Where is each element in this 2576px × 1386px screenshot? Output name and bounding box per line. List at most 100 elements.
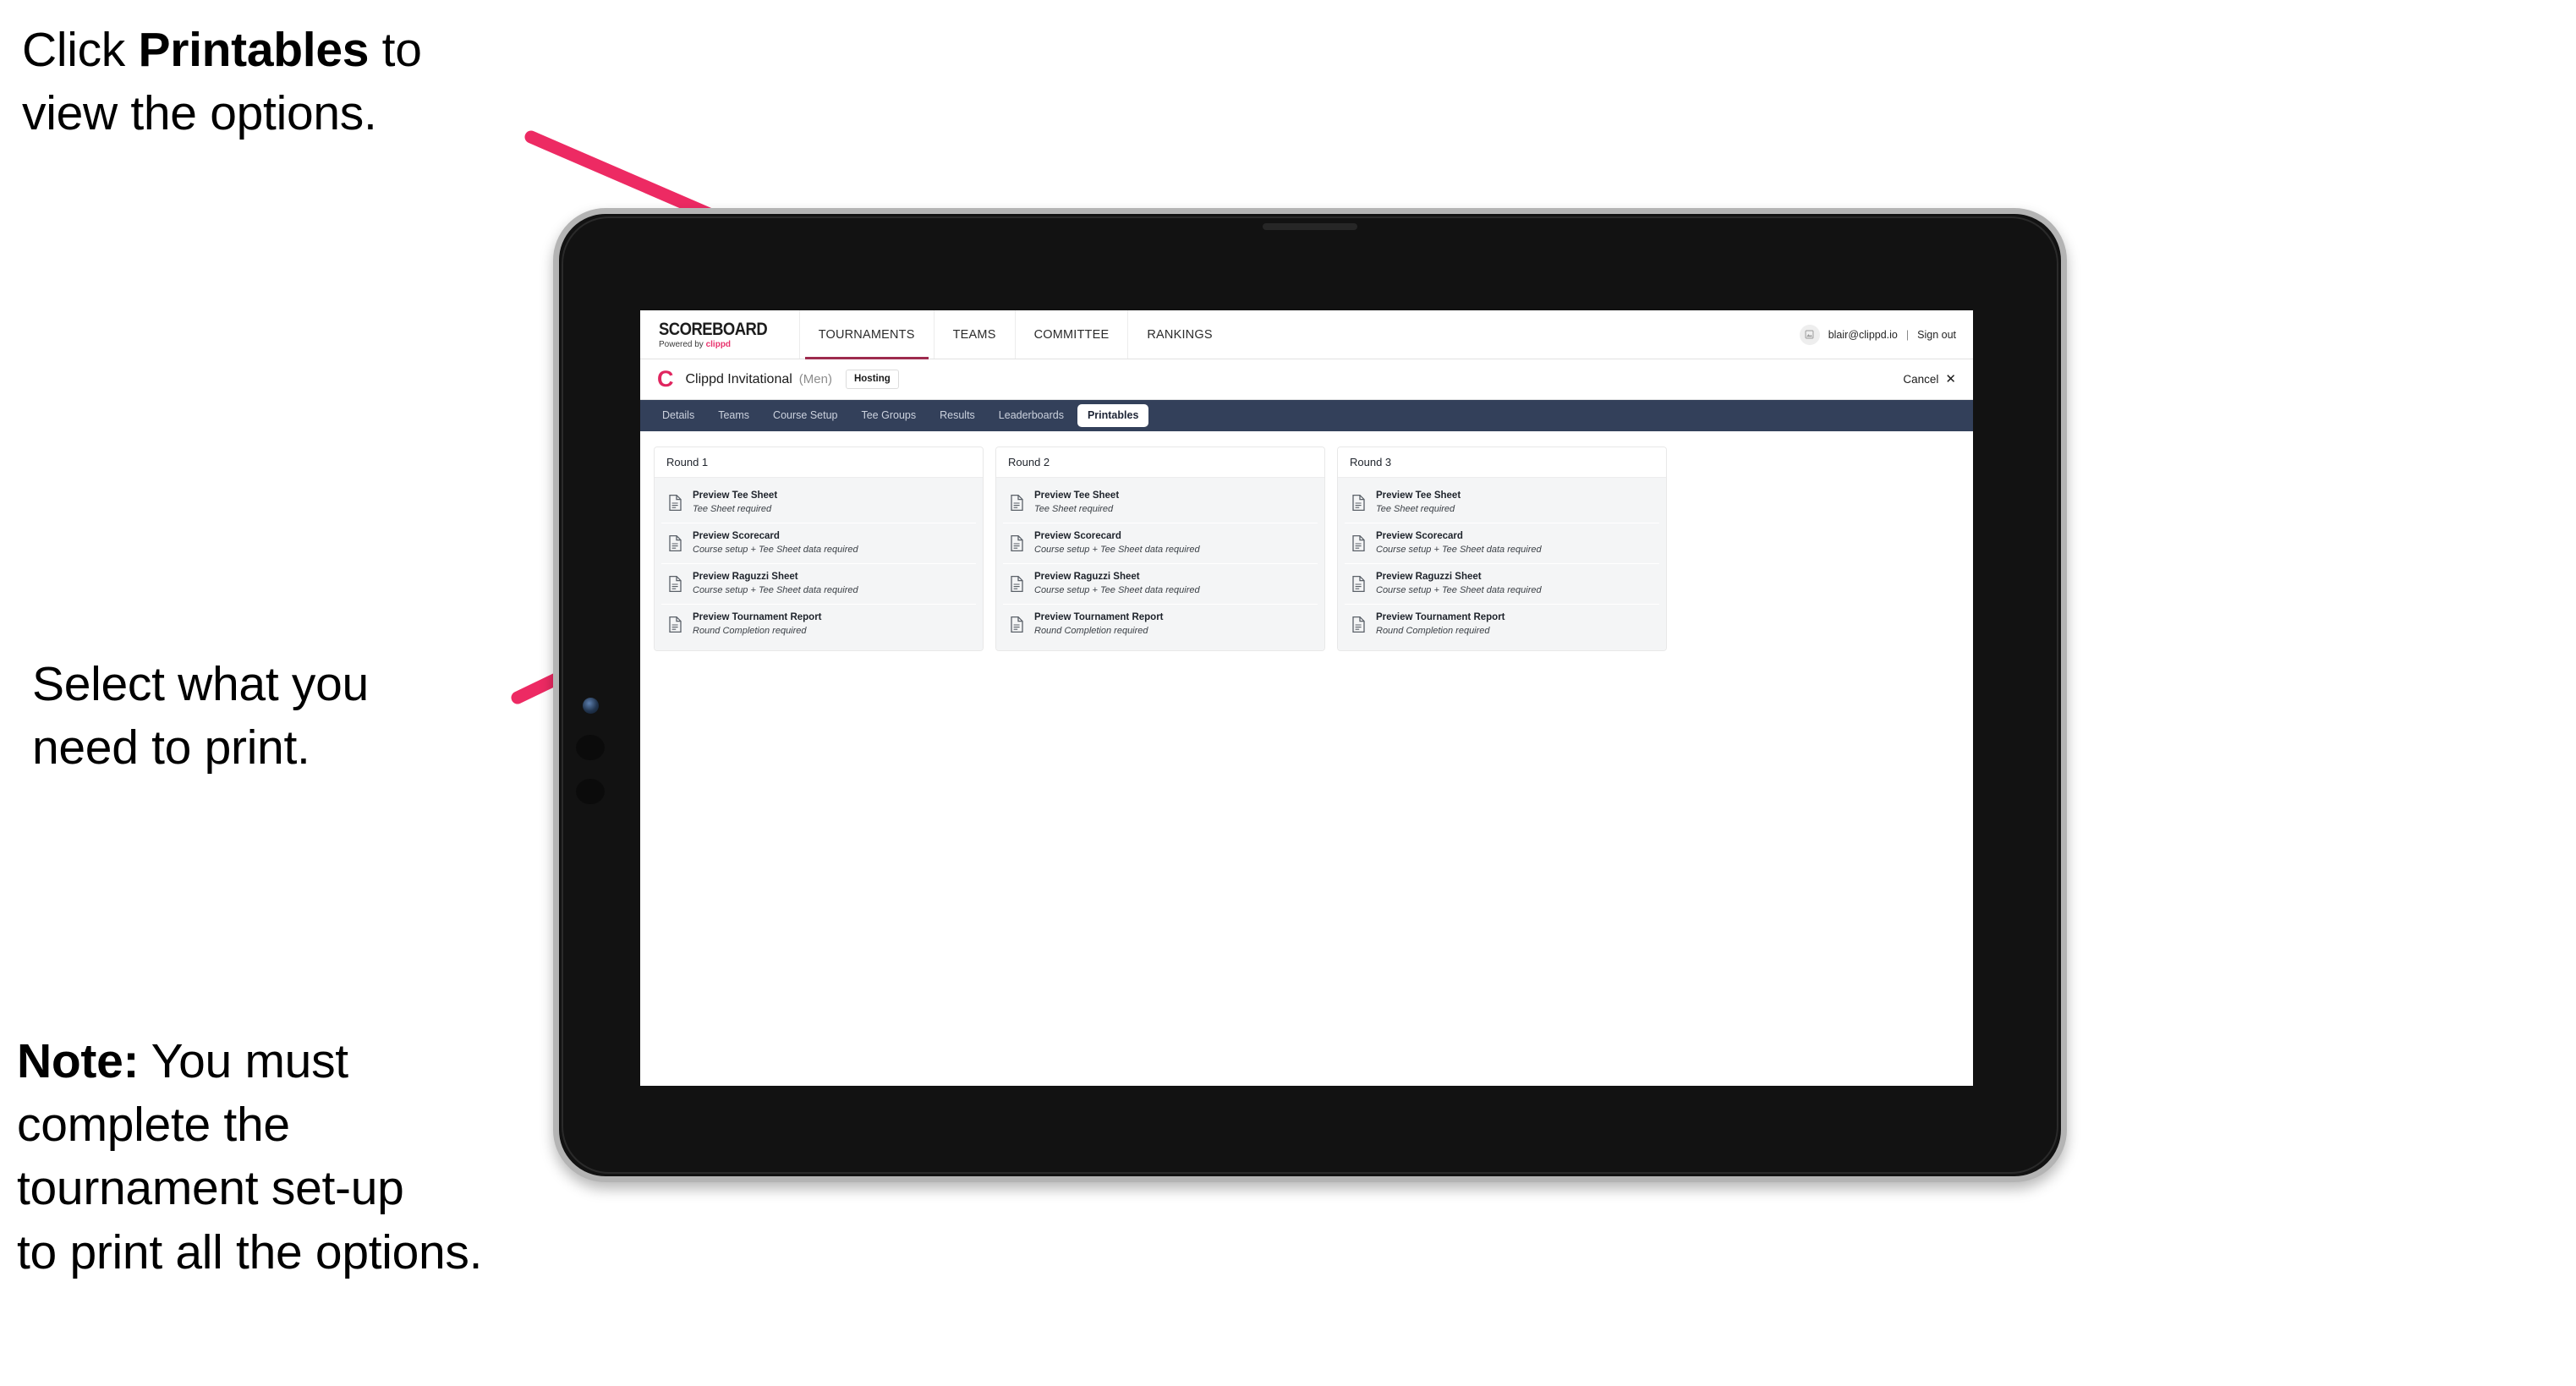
primary-nav: TOURNAMENTS TEAMS COMMITTEE RANKINGS	[798, 310, 1791, 359]
round-card: Round 1 Preview Tee Sheet Tee Sheet requ…	[654, 446, 984, 652]
tab-teams[interactable]: Teams	[708, 404, 759, 427]
printable-row[interactable]: Preview Raguzzi Sheet Course setup + Tee…	[1003, 563, 1318, 605]
round-card-items: Preview Tee Sheet Tee Sheet required Pre…	[996, 478, 1324, 651]
user-email-label: blair@clippd.io	[1828, 328, 1898, 341]
tab-printables-label: Printables	[1087, 409, 1139, 422]
round-card-items: Preview Tee Sheet Tee Sheet required Pre…	[1338, 478, 1666, 651]
printable-requirement: Round Completion required	[1376, 625, 1490, 636]
tab-details[interactable]: Details	[652, 404, 704, 427]
annotation-select-print: Select what you need to print.	[32, 657, 369, 775]
scoreboard-logo[interactable]: SCOREBOARD Powered by clippd	[640, 310, 799, 359]
round-card-items: Preview Tee Sheet Tee Sheet required Pre…	[655, 478, 983, 651]
user-avatar-icon[interactable]	[1799, 324, 1820, 345]
document-icon	[1010, 534, 1024, 552]
tab-tee-groups[interactable]: Tee Groups	[851, 404, 926, 427]
tablet-screen: SCOREBOARD Powered by clippd TOURNAMENTS…	[640, 310, 1973, 1086]
document-icon	[1010, 616, 1024, 633]
sign-out-link[interactable]: Sign out	[1917, 329, 1956, 341]
brand-sub-clippd: clippd	[705, 339, 732, 349]
tournament-subheader: C Clippd Invitational (Men) Hosting Canc…	[640, 359, 1973, 400]
nav-item-tournaments[interactable]: TOURNAMENTS	[798, 310, 934, 359]
tablet-device-frame: SCOREBOARD Powered by clippd TOURNAMENTS…	[553, 208, 2067, 1182]
cancel-button-label: Cancel	[1903, 373, 1939, 386]
tab-leaderboards-label: Leaderboards	[998, 409, 1064, 422]
printable-row[interactable]: Preview Scorecard Course setup + Tee She…	[1003, 523, 1318, 564]
round-card-title: Round 2	[996, 447, 1324, 478]
tab-results-label: Results	[940, 409, 975, 422]
tab-details-label: Details	[662, 409, 695, 422]
printable-row[interactable]: Preview Scorecard Course setup + Tee She…	[1345, 523, 1659, 564]
printable-title: Preview Tee Sheet	[1376, 490, 1461, 501]
tablet-button-dot-1[interactable]	[576, 735, 605, 760]
brand-title: SCOREBOARD	[659, 319, 768, 339]
printable-title: Preview Raguzzi Sheet	[1376, 571, 1482, 582]
printable-requirement: Round Completion required	[1034, 625, 1148, 636]
document-icon	[668, 534, 682, 552]
tab-teams-label: Teams	[718, 409, 750, 422]
account-area: blair@clippd.io | Sign out	[1791, 310, 1973, 359]
round-card: Round 2 Preview Tee Sheet Tee Sheet requ…	[995, 446, 1325, 652]
hosting-badge: Hosting	[845, 369, 899, 390]
tab-tee-groups-label: Tee Groups	[861, 409, 917, 422]
printable-row[interactable]: Preview Tournament Report Round Completi…	[1345, 604, 1659, 644]
printable-row[interactable]: Preview Tournament Report Round Completi…	[661, 604, 976, 644]
printable-row[interactable]: Preview Tee Sheet Tee Sheet required	[661, 483, 976, 523]
printable-requirement: Course setup + Tee Sheet data required	[1034, 584, 1200, 595]
printable-title: Preview Scorecard	[693, 530, 780, 541]
nav-item-rankings[interactable]: RANKINGS	[1127, 310, 1230, 359]
brand-subtitle: Powered by clippd	[659, 339, 782, 349]
nav-item-teams[interactable]: TEAMS	[933, 310, 1015, 359]
document-icon	[1010, 575, 1024, 593]
printable-row[interactable]: Preview Tee Sheet Tee Sheet required	[1003, 483, 1318, 523]
app-top-navigation-bar: SCOREBOARD Powered by clippd TOURNAMENTS…	[640, 310, 1973, 359]
printable-title: Preview Tournament Report	[693, 611, 822, 622]
nav-item-rankings-label: RANKINGS	[1147, 327, 1213, 342]
document-icon	[1010, 494, 1024, 512]
printable-row[interactable]: Preview Raguzzi Sheet Course setup + Tee…	[661, 563, 976, 605]
clippd-logo-icon: C	[657, 366, 673, 392]
tab-leaderboards[interactable]: Leaderboards	[989, 404, 1074, 427]
printable-title: Preview Raguzzi Sheet	[693, 571, 798, 582]
printable-title: Preview Tournament Report	[1034, 611, 1164, 622]
printable-title: Preview Tee Sheet	[1034, 490, 1120, 501]
annotation-click-prefix: Click	[22, 23, 139, 77]
cancel-button[interactable]: Cancel ✕	[1903, 373, 1956, 386]
round-card: Round 3 Preview Tee Sheet Tee Sheet requ…	[1337, 446, 1667, 652]
nav-item-tournaments-label: TOURNAMENTS	[818, 327, 915, 342]
printable-requirement: Course setup + Tee Sheet data required	[693, 584, 858, 595]
printable-row[interactable]: Preview Raguzzi Sheet Course setup + Tee…	[1345, 563, 1659, 605]
printable-title: Preview Tournament Report	[1376, 611, 1505, 622]
tab-printables[interactable]: Printables	[1077, 404, 1149, 427]
document-icon	[1351, 494, 1366, 512]
nav-item-teams-label: TEAMS	[952, 327, 996, 342]
printable-row[interactable]: Preview Tee Sheet Tee Sheet required	[1345, 483, 1659, 523]
document-icon	[1351, 575, 1366, 593]
tournament-tab-strip: Details Teams Course Setup Tee Groups Re…	[640, 400, 1973, 431]
document-icon	[1351, 534, 1366, 552]
screenshot-canvas: Click Printables to view the options. Se…	[0, 0, 2576, 1386]
annotation-click-printables: Click Printables to view the options.	[22, 19, 597, 145]
annotation-click-bold: Printables	[138, 23, 370, 77]
tab-course-setup-label: Course Setup	[773, 409, 838, 422]
brand-sub-prefix: Powered by	[659, 339, 706, 349]
account-separator: |	[1905, 328, 1910, 341]
printable-title: Preview Scorecard	[1034, 530, 1121, 541]
document-icon	[668, 575, 682, 593]
printable-requirement: Round Completion required	[693, 625, 807, 636]
printable-requirement: Course setup + Tee Sheet data required	[1034, 545, 1200, 556]
tab-results[interactable]: Results	[929, 404, 985, 427]
annotation-note-label: Note:	[17, 1034, 140, 1088]
tablet-button-dot-2[interactable]	[576, 779, 605, 804]
nav-item-committee[interactable]: COMMITTEE	[1014, 310, 1128, 359]
printable-requirement: Course setup + Tee Sheet data required	[693, 545, 858, 556]
document-icon	[1351, 616, 1366, 633]
document-icon	[668, 616, 682, 633]
nav-item-committee-label: COMMITTEE	[1033, 327, 1110, 342]
document-icon	[668, 494, 682, 512]
tab-course-setup[interactable]: Course Setup	[763, 404, 847, 427]
tournament-gender-label: (Men)	[798, 372, 832, 386]
printable-requirement: Tee Sheet required	[1034, 504, 1114, 515]
tournament-title: Clippd Invitational	[685, 371, 792, 386]
printable-row[interactable]: Preview Scorecard Course setup + Tee She…	[661, 523, 976, 564]
printable-row[interactable]: Preview Tournament Report Round Completi…	[1003, 604, 1318, 644]
